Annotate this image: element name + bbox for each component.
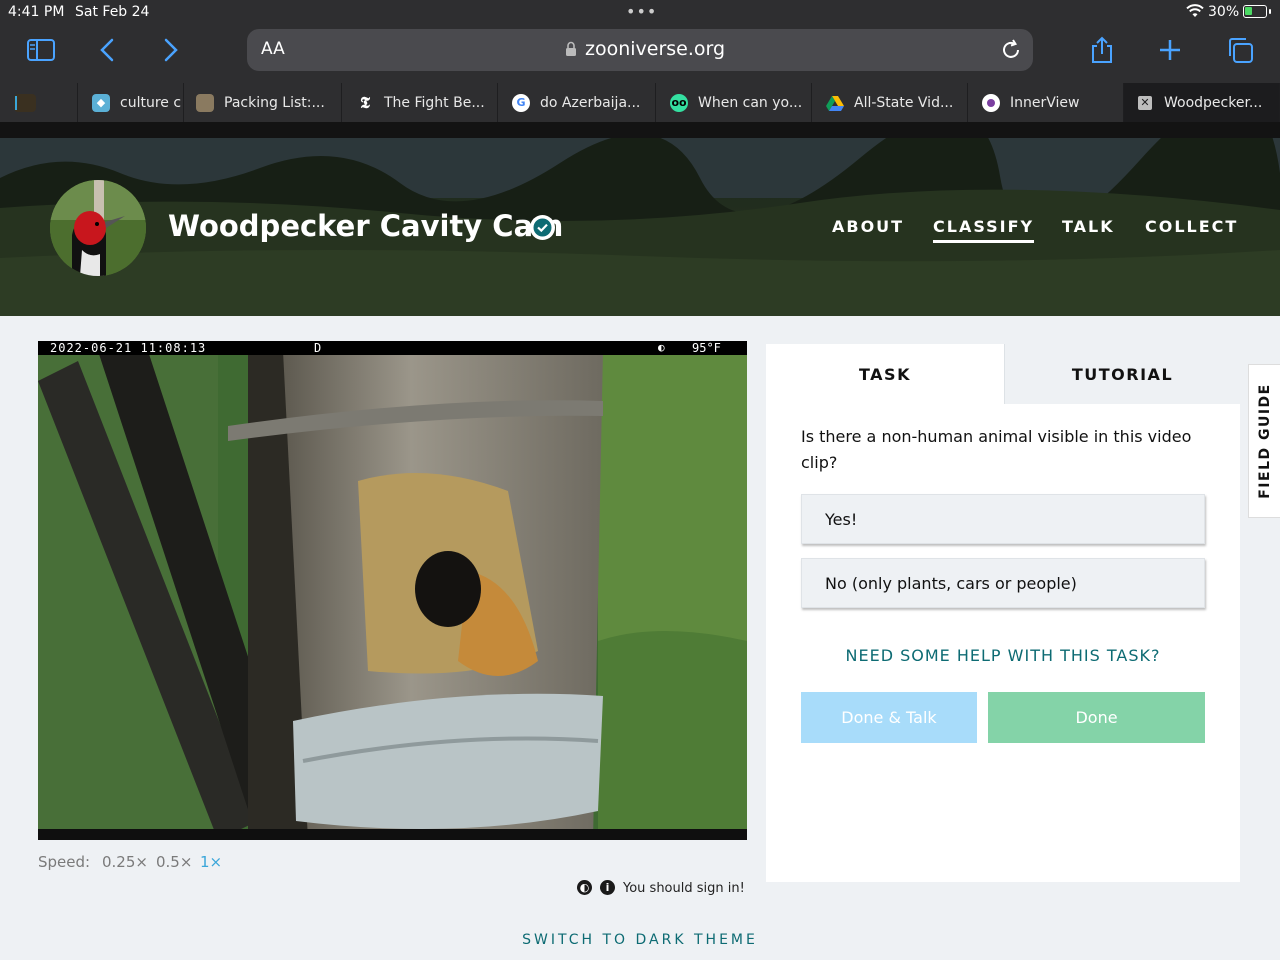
back-icon[interactable] bbox=[90, 32, 126, 68]
tree-cavity-video-frame bbox=[38, 341, 747, 840]
nyt-icon: 𝕿 bbox=[360, 92, 370, 112]
field-guide-label: FIELD GUIDE bbox=[1256, 383, 1273, 499]
tab-woodpecker[interactable]: ✕ Woodpecker... bbox=[1124, 83, 1280, 122]
address-bar[interactable]: AA zooniverse.org bbox=[247, 29, 1033, 71]
status-bar: 4:41 PM Sat Feb 24 ••• 30% bbox=[0, 0, 1280, 24]
url-text: zooniverse.org bbox=[585, 38, 726, 60]
tripadvisor-icon: oo bbox=[670, 93, 688, 112]
tab-label: culture c bbox=[120, 94, 182, 111]
google-icon: G bbox=[512, 93, 530, 112]
status-time: 4:41 PM bbox=[8, 4, 65, 20]
done-button[interactable]: Done bbox=[988, 692, 1205, 743]
answer-yes-button[interactable]: Yes! bbox=[801, 494, 1205, 544]
camera-timestamp-bar: 2022-06-21 11:08:13 D ◐ 95°F bbox=[38, 341, 747, 355]
tab-label: InnerView bbox=[1010, 94, 1080, 111]
close-icon[interactable]: ✕ bbox=[1138, 95, 1152, 110]
woodpecker-avatar-image bbox=[50, 180, 146, 276]
tab-azerbaijan[interactable]: G do Azerbaija... bbox=[498, 83, 656, 122]
innerview-icon bbox=[982, 93, 1000, 112]
tab-overview-icon[interactable] bbox=[1222, 32, 1258, 68]
sign-in-notice: You should sign in! bbox=[623, 881, 745, 896]
tab-label: Packing List:... bbox=[224, 94, 325, 111]
tab-packing-list[interactable]: Packing List:... bbox=[184, 83, 342, 122]
nav-talk[interactable]: TALK bbox=[1062, 217, 1115, 236]
image-icon bbox=[196, 93, 214, 112]
tab-label: When can yo... bbox=[698, 94, 803, 111]
battery-icon bbox=[1243, 5, 1271, 18]
tab-tutorial[interactable]: TUTORIAL bbox=[1004, 344, 1240, 404]
status-date: Sat Feb 24 bbox=[75, 4, 150, 20]
page-top-strip bbox=[0, 122, 1280, 138]
tab-label: The Fight Be... bbox=[384, 94, 485, 111]
tab-museum[interactable] bbox=[0, 83, 78, 122]
answer-no-button[interactable]: No (only plants, cars or people) bbox=[801, 558, 1205, 608]
speed-option-1[interactable]: 1× bbox=[200, 853, 222, 871]
info-icon[interactable]: i bbox=[600, 880, 615, 895]
camera-mode: D bbox=[314, 341, 322, 355]
camera-temperature: 95°F bbox=[692, 341, 721, 355]
subject-tools: ◐ i bbox=[577, 880, 615, 895]
lock-icon bbox=[566, 41, 576, 56]
speed-label: Speed: bbox=[38, 853, 91, 871]
nav-about[interactable]: ABOUT bbox=[832, 217, 904, 236]
reload-icon[interactable] bbox=[999, 38, 1023, 62]
tab-label: All-State Vid... bbox=[854, 94, 954, 111]
nav-classify[interactable]: CLASSIFY bbox=[933, 217, 1035, 243]
sidebar-icon[interactable] bbox=[23, 32, 59, 68]
tab-bar: ◆ culture c Packing List:... 𝕿 The Fight… bbox=[0, 83, 1280, 122]
verified-check-icon bbox=[530, 215, 555, 240]
tab-all-state[interactable]: All-State Vid... bbox=[812, 83, 968, 122]
project-avatar[interactable] bbox=[50, 180, 146, 276]
tab-innerview[interactable]: InnerView bbox=[968, 83, 1124, 122]
tab-fight[interactable]: 𝕿 The Fight Be... bbox=[342, 83, 498, 122]
browser-chrome: 4:41 PM Sat Feb 24 ••• 30% AA zooniverse… bbox=[0, 0, 1280, 122]
forward-icon[interactable] bbox=[152, 32, 188, 68]
switch-dark-theme-link[interactable]: SWITCH TO DARK THEME bbox=[0, 932, 1280, 948]
field-guide-tab[interactable]: FIELD GUIDE bbox=[1248, 364, 1280, 518]
tab-task[interactable]: TASK bbox=[766, 344, 1004, 404]
text-size-button[interactable]: AA bbox=[261, 39, 285, 59]
project-header: Woodpecker Cavity Cam ABOUT CLASSIFY TAL… bbox=[0, 138, 1280, 316]
speed-option-025[interactable]: 0.25× bbox=[102, 853, 148, 871]
culture-icon: ◆ bbox=[92, 93, 110, 112]
task-question: Is there a non-human animal visible in t… bbox=[801, 427, 1192, 472]
tab-when-can[interactable]: oo When can yo... bbox=[656, 83, 812, 122]
multitasking-dots-icon[interactable]: ••• bbox=[626, 2, 657, 21]
camera-timestamp: 2022-06-21 11:08:13 bbox=[50, 341, 207, 355]
museum-icon bbox=[14, 93, 36, 112]
battery-percent: 30% bbox=[1208, 4, 1240, 20]
subject-video[interactable]: 2022-06-21 11:08:13 D ◐ 95°F bbox=[38, 341, 747, 840]
wifi-icon bbox=[1186, 4, 1204, 17]
tab-culture[interactable]: ◆ culture c bbox=[78, 83, 184, 122]
tab-label: do Azerbaija... bbox=[540, 94, 641, 111]
task-help-link[interactable]: NEED SOME HELP WITH THIS TASK? bbox=[766, 646, 1240, 665]
tab-label: Woodpecker... bbox=[1164, 94, 1263, 111]
speed-option-05[interactable]: 0.5× bbox=[156, 853, 192, 871]
invert-contrast-icon[interactable]: ◐ bbox=[577, 880, 592, 895]
answer-label: Yes! bbox=[825, 509, 858, 529]
new-tab-icon[interactable] bbox=[1152, 32, 1188, 68]
nav-collect[interactable]: COLLECT bbox=[1145, 217, 1238, 236]
share-icon[interactable] bbox=[1084, 32, 1120, 68]
task-panel: TASK TUTORIAL Is there a non-human anima… bbox=[766, 344, 1240, 882]
project-title: Woodpecker Cavity Cam bbox=[168, 209, 564, 243]
answer-label: No (only plants, cars or people) bbox=[825, 573, 1077, 593]
moon-phase-icon: ◐ bbox=[658, 341, 665, 354]
done-and-talk-button[interactable]: Done & Talk bbox=[801, 692, 977, 743]
drive-icon bbox=[826, 94, 844, 112]
